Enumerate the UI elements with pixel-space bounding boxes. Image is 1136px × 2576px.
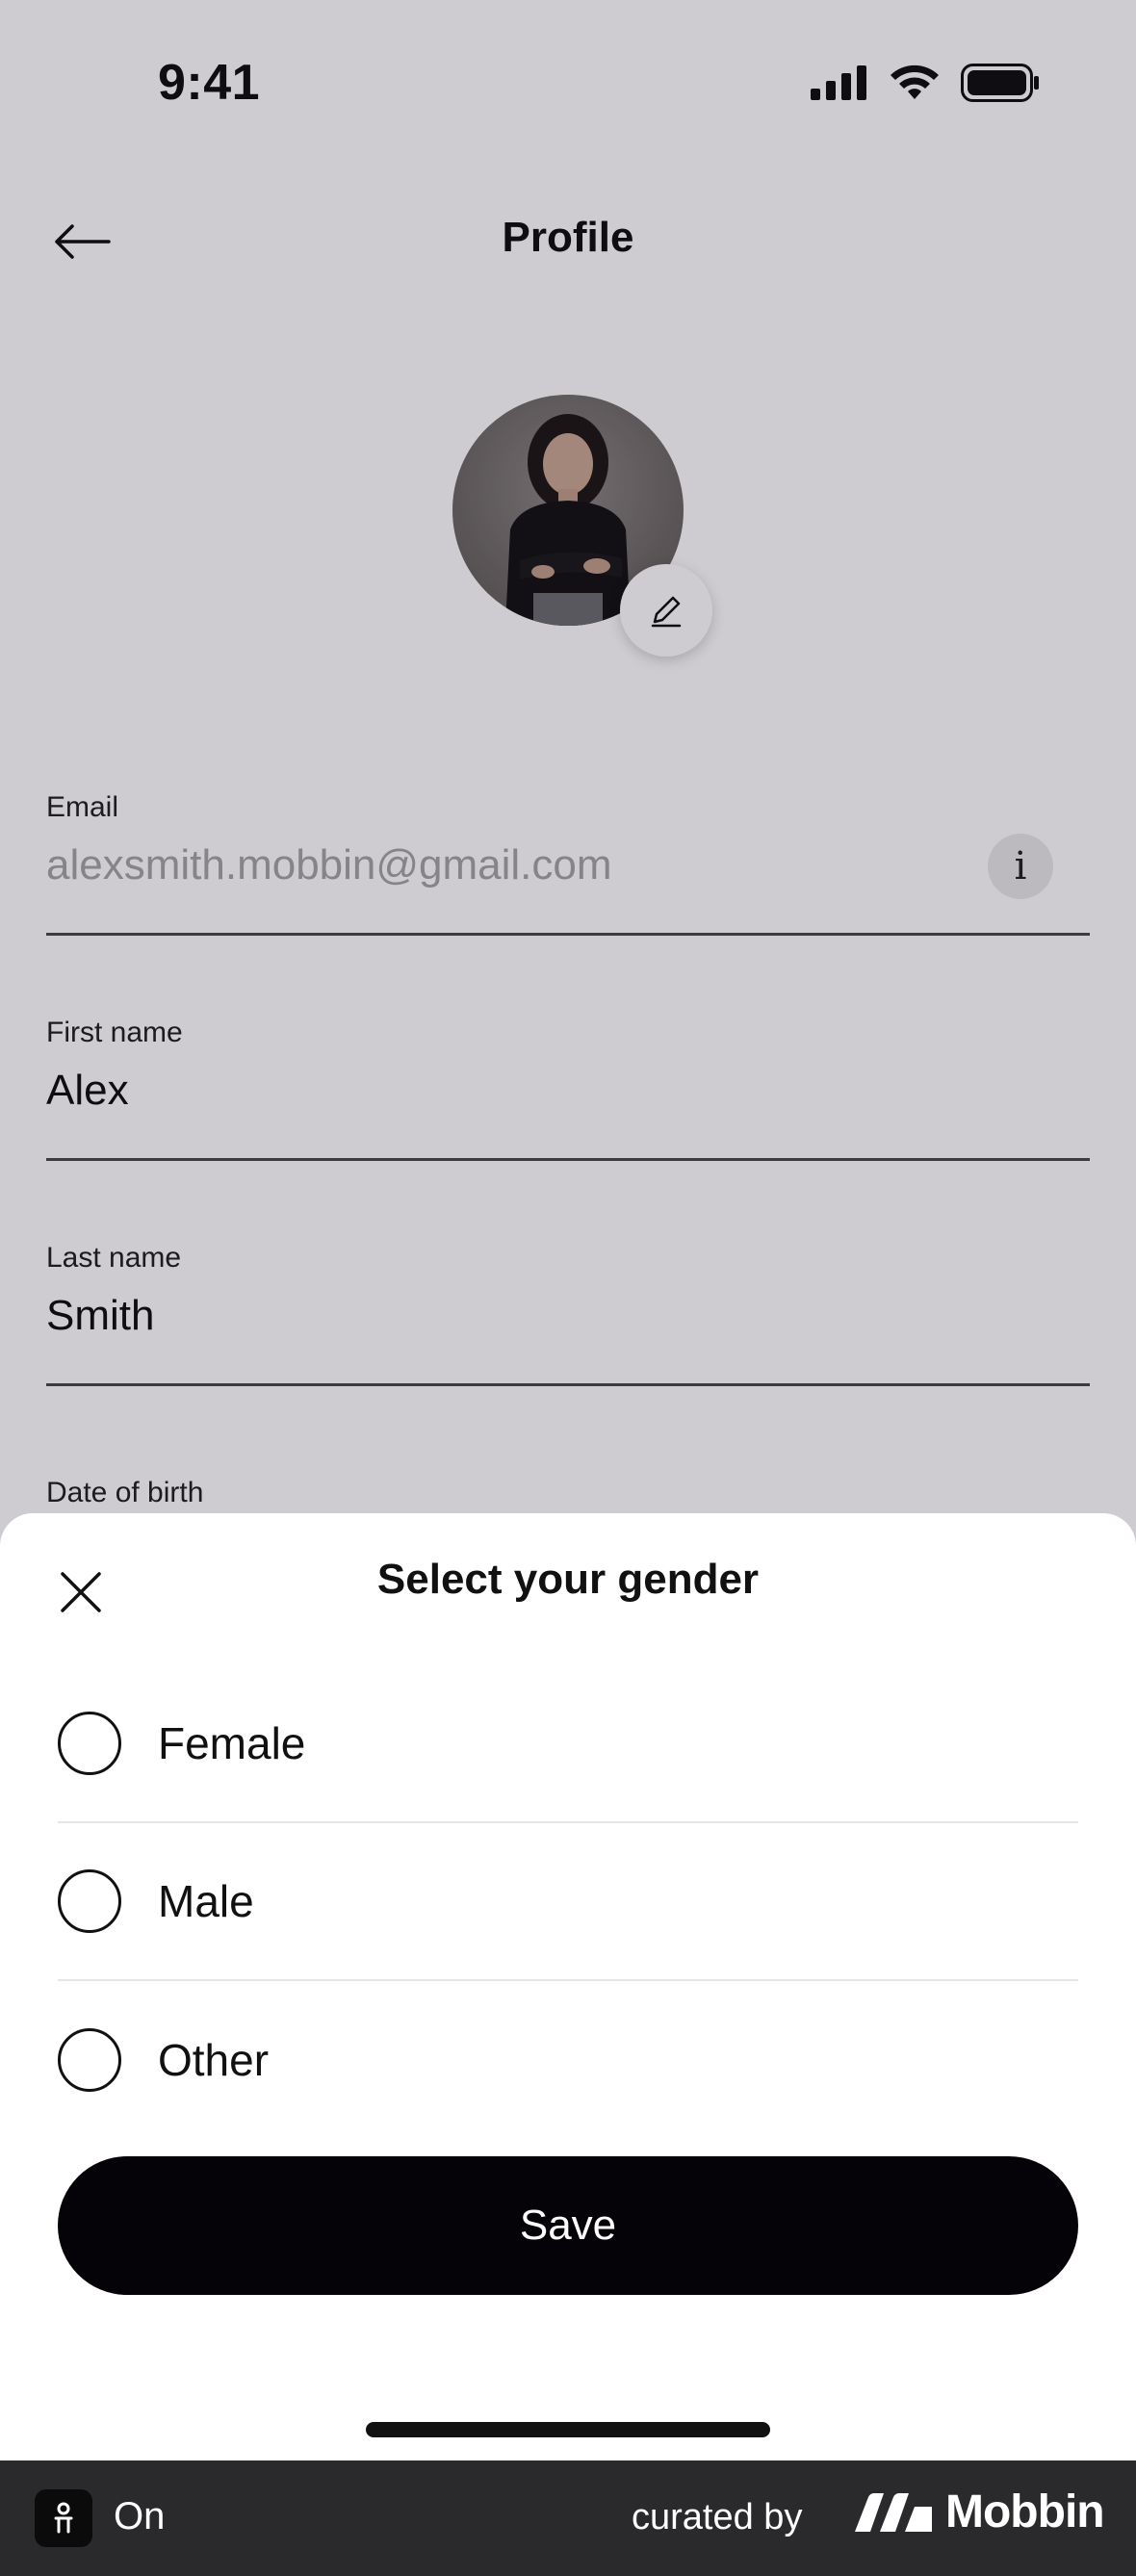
home-indicator [366,2422,770,2437]
gender-option-label: Other [158,2035,270,2085]
figure-icon [54,2502,73,2534]
profile-screen: 9:41 Profile Email alexsmith.mobbin@gmai… [0,0,1136,2460]
curated-by-text: curated by [632,2497,803,2537]
brand-name: Mobbin [945,2486,1105,2537]
gender-option-male[interactable]: Male [58,1823,1078,1981]
radio-button[interactable] [58,2028,121,2092]
gender-bottom-sheet: Select your gender Female Male Other Sav… [0,1513,1136,2460]
radio-button[interactable] [58,1712,121,1775]
gender-option-other[interactable]: Other [58,1981,1078,2139]
toggle-badge-icon[interactable] [35,2489,92,2547]
sheet-title: Select your gender [376,1556,760,1603]
footer-bar: On curated by Mobbin [0,2460,1136,2576]
footer-status: On [114,2495,166,2537]
gender-option-label: Male [158,1876,254,1926]
mobbin-logo-icon [855,2492,932,2532]
brand-logo: Mobbin [853,2486,1105,2538]
radio-button[interactable] [58,1869,121,1933]
gender-option-female[interactable]: Female [58,1665,1078,1823]
save-button[interactable]: Save [58,2156,1078,2295]
gender-option-label: Female [158,1718,306,1768]
